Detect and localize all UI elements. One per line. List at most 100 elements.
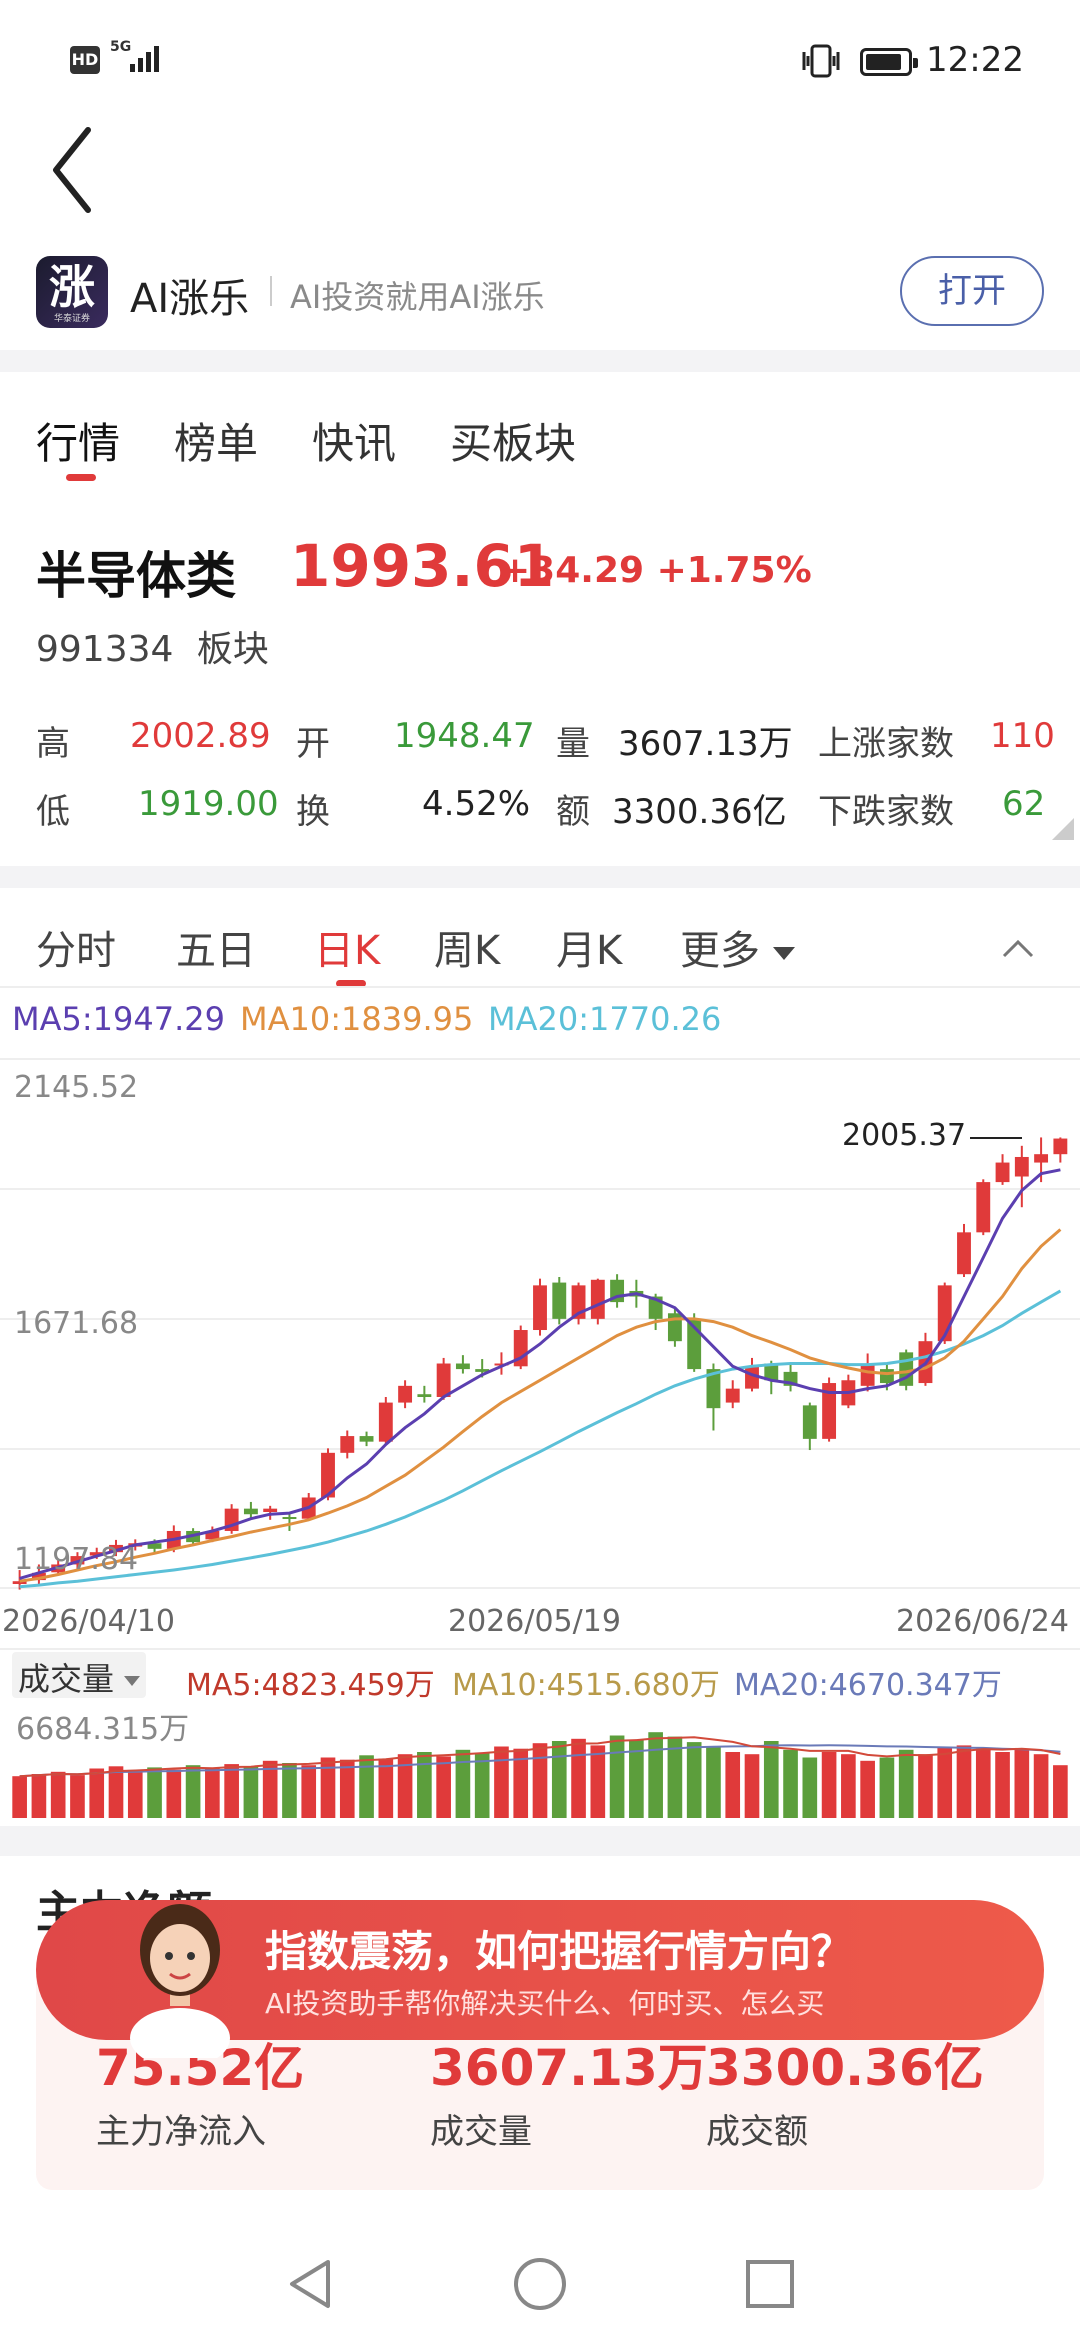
- volume-bar: [12, 1776, 27, 1818]
- candle-body: [455, 1363, 470, 1370]
- stat-open-label: 开: [296, 724, 330, 764]
- candle-body: [995, 1162, 1010, 1183]
- vol-ma5-legend: MA5:4823.459万: [186, 1668, 435, 1703]
- volume-bar: [70, 1775, 85, 1818]
- promo-title: 指数震荡，如何把握行情方向？: [265, 1927, 854, 1976]
- candle-body: [957, 1232, 971, 1275]
- candle-body: [263, 1508, 278, 1512]
- volume-bar: [127, 1770, 143, 1818]
- dropdown-triangle-icon: [124, 1676, 141, 1686]
- candle-body: [1014, 1156, 1029, 1177]
- ma10-legend: MA10:1839.95: [240, 1000, 474, 1038]
- volume-bar: [31, 1774, 47, 1818]
- app-logo-caption: 华泰证券: [53, 314, 90, 324]
- volume-bar: [609, 1735, 625, 1818]
- volume-bar: [802, 1757, 818, 1818]
- volume-bar: [436, 1756, 451, 1818]
- hd-badge: HD: [70, 46, 100, 74]
- candle-body: [398, 1385, 413, 1403]
- volume-bar: [1053, 1765, 1068, 1818]
- chart-tab-more-label: 更多: [680, 928, 760, 974]
- index-code-row: 991334 板块: [36, 620, 269, 672]
- candle-body: [417, 1394, 432, 1398]
- volume-bar: [879, 1757, 895, 1818]
- stat-low: 1919.00: [138, 784, 279, 824]
- tab-buy-sector[interactable]: 买板块: [450, 410, 576, 471]
- volume-bar: [147, 1767, 162, 1818]
- candle-body: [1053, 1138, 1068, 1155]
- volume-bar: [648, 1732, 663, 1818]
- y-tick-mid: 1671.68: [14, 1306, 139, 1341]
- section-divider: [0, 1826, 1080, 1856]
- bottom-volume-label: 成交量: [430, 2112, 532, 2152]
- open-app-button[interactable]: 打开: [900, 256, 1044, 326]
- network-type: 5G: [110, 39, 132, 55]
- candle-body: [359, 1436, 374, 1442]
- section-divider: [0, 866, 1080, 888]
- tab-market[interactable]: 行情: [36, 410, 120, 471]
- clock: 12:22: [926, 40, 1024, 80]
- max-price-label: 2005.37: [842, 1118, 967, 1153]
- volume-indicator-select[interactable]: 成交量: [12, 1652, 147, 1698]
- volume-chart[interactable]: [0, 1700, 1080, 1820]
- volume-bar: [763, 1741, 779, 1818]
- banner-separator: [270, 276, 272, 306]
- stat-turnover: 4.52%: [422, 784, 531, 824]
- nav-back-icon[interactable]: [284, 2256, 336, 2312]
- dropdown-triangle-icon: [772, 947, 795, 960]
- index-change-value: +34.29: [500, 550, 645, 591]
- volume-bar: [918, 1754, 933, 1818]
- chart-tab-more[interactable]: 更多: [680, 918, 795, 976]
- index-change-pct: +1.75%: [656, 550, 812, 591]
- battery-icon: [860, 48, 918, 76]
- nav-home-icon[interactable]: [512, 2256, 568, 2312]
- volume-bar: [89, 1768, 105, 1818]
- promo-subtitle: AI投资助手帮你解决买什么、何时买、怎么买: [265, 1987, 825, 2020]
- volume-bar: [1014, 1749, 1030, 1818]
- chart-tab-monthly[interactable]: 月K: [556, 918, 622, 976]
- stat-open: 1948.47: [394, 716, 535, 756]
- volume-bar: [455, 1749, 471, 1818]
- volume-bar: [975, 1748, 991, 1818]
- tab-news[interactable]: 快讯: [312, 410, 396, 471]
- stat-volume: 3607.13万: [618, 724, 793, 764]
- stat-down-label: 下跌家数: [818, 792, 954, 832]
- stat-high-label: 高: [36, 724, 70, 764]
- collapse-chevron-icon[interactable]: [1000, 936, 1036, 960]
- volume-bar: [282, 1763, 297, 1818]
- app-logo[interactable]: 涨 华泰证券: [36, 256, 108, 328]
- vol-ma20-legend: MA20:4670.347万: [734, 1668, 1002, 1703]
- candle-body: [590, 1279, 605, 1319]
- tab-rankings[interactable]: 榜单: [174, 410, 258, 471]
- chart-tab-intraday[interactable]: 分时: [36, 918, 116, 976]
- tab-active-indicator: [66, 474, 96, 481]
- x-tick-end: 2026/06/24: [896, 1604, 1069, 1639]
- back-icon[interactable]: [40, 120, 110, 220]
- volume-indicator-label: 成交量: [18, 1660, 115, 1698]
- y-tick-top: 2145.52: [14, 1070, 139, 1105]
- volume-bar: [725, 1752, 741, 1818]
- volume-bar: [956, 1745, 972, 1818]
- candle-body: [976, 1182, 991, 1233]
- candle-body: [378, 1402, 393, 1442]
- volume-bar: [474, 1753, 490, 1818]
- volume-bar: [860, 1760, 875, 1818]
- chart-tab-daily[interactable]: 日K: [314, 918, 380, 976]
- volume-divider: [0, 1648, 1080, 1650]
- index-change: +34.29 +1.75%: [500, 550, 812, 591]
- stat-turnover-label: 换: [296, 792, 330, 832]
- volume-bar: [494, 1746, 509, 1818]
- chart-tab-weekly[interactable]: 周K: [434, 918, 500, 976]
- nav-recents-icon[interactable]: [744, 2258, 796, 2310]
- expand-corner-icon[interactable]: [1052, 818, 1074, 840]
- chart-tab-5day[interactable]: 五日: [176, 918, 256, 976]
- volume-bar: [821, 1752, 837, 1818]
- candle-body: [860, 1363, 875, 1386]
- volume-bar: [532, 1743, 548, 1818]
- volume-bar: [50, 1771, 66, 1818]
- volume-bar: [243, 1766, 259, 1818]
- stat-down-count: 62: [1002, 784, 1046, 824]
- status-bar: HD 5G 12:22: [0, 0, 1080, 120]
- y-tick-bottom: 1197.84: [14, 1542, 139, 1577]
- x-tick-mid: 2026/05/19: [448, 1604, 621, 1639]
